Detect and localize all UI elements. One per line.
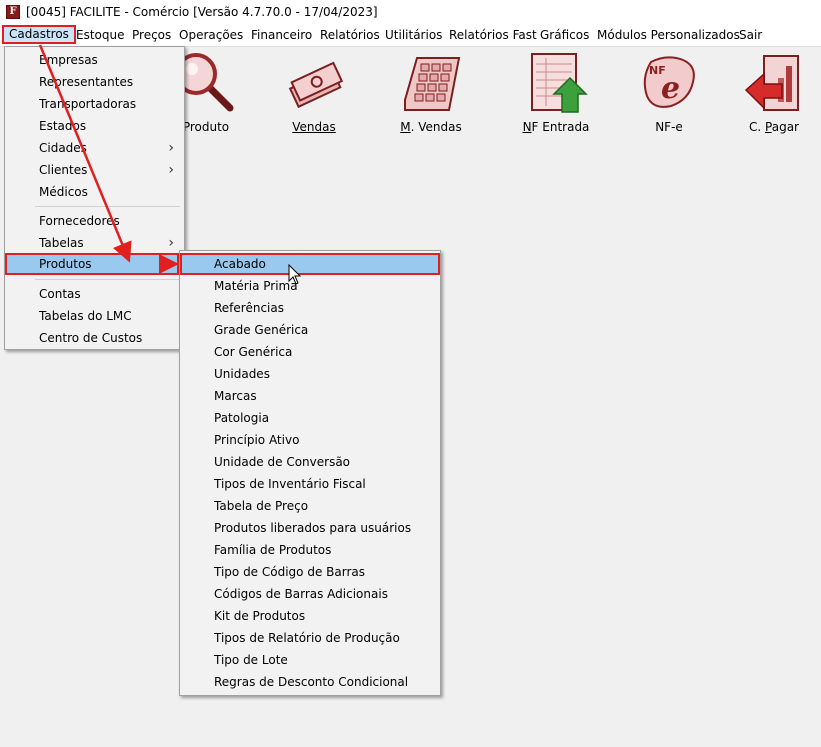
menu-item-tabelas-do-lmc[interactable]: Tabelas do LMC <box>7 305 182 327</box>
toolbar-vendas-button[interactable]: Vendas <box>269 52 359 140</box>
svg-text:e: e <box>661 71 680 106</box>
menu-graficos[interactable]: Gráficos <box>540 28 589 42</box>
toolbar-label: NF-e <box>655 120 683 134</box>
submenu-item-referencias[interactable]: Referências <box>182 297 438 319</box>
submenu-chevron-icon: › <box>168 235 174 251</box>
submenu-chevron-icon: › <box>168 140 174 156</box>
menu-modulos-personalizados[interactable]: Módulos Personalizados <box>597 28 740 42</box>
menu-item-contas[interactable]: Contas <box>7 283 182 305</box>
payables-icon <box>744 55 799 111</box>
menu-separator <box>35 206 180 207</box>
submenu-item-kit-de-produtos[interactable]: Kit de Produtos <box>182 605 438 627</box>
menu-financeiro[interactable]: Financeiro <box>251 28 312 42</box>
submenu-item-tipo-de-lote[interactable]: Tipo de Lote <box>182 649 438 671</box>
menu-relatorios-fast[interactable]: Relatórios Fast <box>449 28 537 42</box>
menu-separator <box>35 279 180 280</box>
menu-item-produtos[interactable]: Produtos <box>5 253 179 275</box>
menu-operacoes[interactable]: Operações <box>179 28 243 42</box>
app-logo-icon[interactable]: F <box>6 5 20 19</box>
menu-item-clientes[interactable]: Clientes › <box>7 159 182 181</box>
submenu-item-principio-ativo[interactable]: Princípio Ativo <box>182 429 438 451</box>
menu-item-empresas[interactable]: Empresas <box>7 49 182 71</box>
submenu-item-produtos-liberados[interactable]: Produtos liberados para usuários <box>182 517 438 539</box>
nfe-icon: NF e <box>643 56 695 108</box>
submenu-item-materia-prima[interactable]: Matéria Prima <box>182 275 438 297</box>
submenu-item-codigos-de-barras-adicionais[interactable]: Códigos de Barras Adicionais <box>182 583 438 605</box>
menu-item-cidades[interactable]: Cidades › <box>7 137 182 159</box>
money-icon <box>288 61 344 109</box>
toolbar-m-vendas-button[interactable]: M. Vendas <box>386 52 476 140</box>
submenu-item-acabado[interactable]: Acabado <box>180 253 440 275</box>
produtos-submenu: Acabado Matéria Prima Referências Grade … <box>179 250 441 696</box>
menu-utilitarios[interactable]: Utilitários <box>385 28 442 42</box>
menu-item-tabelas[interactable]: Tabelas › <box>7 232 182 254</box>
submenu-item-tipos-de-inventario-fiscal[interactable]: Tipos de Inventário Fiscal <box>182 473 438 495</box>
toolbar-nf-entrada-button[interactable]: NF Entrada <box>511 52 601 140</box>
menu-precos[interactable]: Preços <box>132 28 171 42</box>
cadastros-dropdown: Empresas Representantes Transportadoras … <box>4 46 185 350</box>
toolbar-label: NF Entrada <box>522 120 590 134</box>
submenu-item-marcas[interactable]: Marcas <box>182 385 438 407</box>
submenu-item-familia-de-produtos[interactable]: Família de Produtos <box>182 539 438 561</box>
submenu-item-unidades[interactable]: Unidades <box>182 363 438 385</box>
menu-bar: Cadastros Estoque Preços Operações Finan… <box>0 25 821 47</box>
menu-item-label: Tabelas <box>39 236 84 250</box>
toolbar-label: C. Pagar <box>749 120 799 134</box>
toolbar-nfe-button[interactable]: NF e NF-e <box>624 52 714 140</box>
menu-item-centro-de-custos[interactable]: Centro de Custos <box>7 327 182 349</box>
title-bar: F [0045] FACILITE - Comércio [Versão 4.7… <box>0 0 821 25</box>
calculator-icon <box>404 57 461 111</box>
menu-item-fornecedores[interactable]: Fornecedores <box>7 210 182 232</box>
submenu-item-grade-generica[interactable]: Grade Genérica <box>182 319 438 341</box>
submenu-chevron-icon: › <box>168 162 174 178</box>
menu-relatorios[interactable]: Relatórios <box>320 28 380 42</box>
menu-sair[interactable]: Sair <box>739 28 762 42</box>
menu-item-label: Produtos <box>39 257 92 271</box>
submenu-item-cor-generica[interactable]: Cor Genérica <box>182 341 438 363</box>
submenu-item-patologia[interactable]: Patologia <box>182 407 438 429</box>
menu-item-label: Cidades <box>39 141 87 155</box>
menu-item-medicos[interactable]: Médicos <box>7 181 182 203</box>
menu-cadastros[interactable]: Cadastros <box>2 25 76 44</box>
menu-item-estados[interactable]: Estados <box>7 115 182 137</box>
menu-item-label: Clientes <box>39 163 88 177</box>
submenu-item-unidade-de-conversao[interactable]: Unidade de Conversão <box>182 451 438 473</box>
submenu-item-tipo-de-codigo-de-barras[interactable]: Tipo de Código de Barras <box>182 561 438 583</box>
menu-estoque[interactable]: Estoque <box>76 28 125 42</box>
submenu-item-regras-de-desconto-condicional[interactable]: Regras de Desconto Condicional <box>182 671 438 693</box>
toolbar-label: M. Vendas <box>400 120 462 134</box>
menu-item-transportadoras[interactable]: Transportadoras <box>7 93 182 115</box>
toolbar-c-pagar-button[interactable]: C. Pagar <box>729 52 819 140</box>
submenu-item-tabela-de-preco[interactable]: Tabela de Preço <box>182 495 438 517</box>
submenu-item-tipos-de-relatorio-de-producao[interactable]: Tipos de Relatório de Produção <box>182 627 438 649</box>
window-title: [0045] FACILITE - Comércio [Versão 4.7.7… <box>26 5 378 19</box>
toolbar-label: Vendas <box>292 120 336 134</box>
invoice-entry-icon <box>531 53 588 113</box>
menu-item-representantes[interactable]: Representantes <box>7 71 182 93</box>
